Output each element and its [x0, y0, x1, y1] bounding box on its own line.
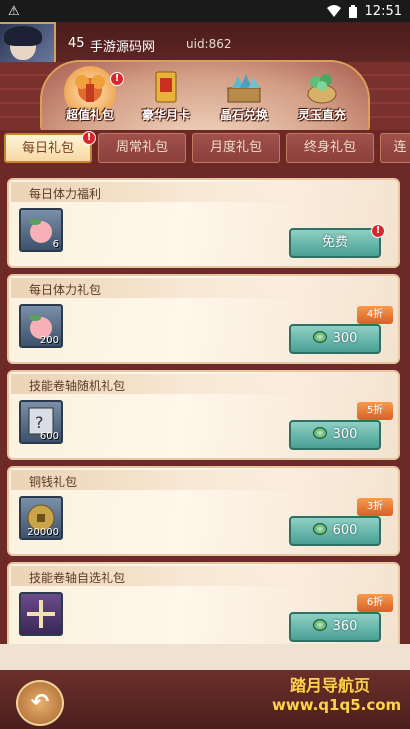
jade-recharge-icon [304, 70, 340, 104]
tab-next[interactable]: 连 [380, 133, 410, 163]
peach-icon[interactable]: 6 [19, 208, 63, 252]
pack-title: 技能卷轴随机礼包 [29, 379, 126, 393]
item-quantity: 200 [39, 335, 59, 346]
discount-badge: 6折 [357, 594, 393, 612]
pack-title: 铜钱礼包 [29, 475, 78, 489]
pack-title: 技能卷轴自选礼包 [29, 571, 126, 585]
pack-title: 每日体力礼包 [29, 283, 102, 297]
watermark-url: www.q1q5.com [272, 696, 402, 714]
player-uid: uid:862 [186, 37, 232, 51]
pack-title: 每日体力福利 [29, 187, 102, 201]
peach-icon[interactable]: 200 [19, 304, 63, 348]
claim-free-button[interactable]: 免费 [289, 228, 381, 258]
player-name: 手游源码网 [90, 40, 156, 55]
battery-icon [348, 4, 357, 18]
pack-card: 铜钱礼包 20000 3折 600 [7, 466, 400, 556]
coin-icon[interactable]: 20000 [19, 496, 63, 540]
pack-card: 技能卷轴自选礼包 6折 360 [7, 562, 400, 644]
buy-button[interactable]: 360 [289, 612, 381, 642]
buy-button[interactable]: 300 [289, 420, 381, 450]
pack-card: 每日体力福利 6 免费 ! [7, 178, 400, 268]
pack-list[interactable]: 每日体力福利 6 免费 ! 每日体力礼包 200 4折 300 技能卷轴随机礼包… [0, 166, 410, 644]
discount-badge: 4折 [357, 306, 393, 324]
back-button[interactable]: ↶ [16, 680, 64, 726]
warning-icon: ⚠ [8, 3, 20, 19]
item-quantity: 600 [39, 431, 59, 442]
discount-badge: 5折 [357, 402, 393, 420]
nav-super-value-pack[interactable]: ! 超值礼包 [52, 66, 128, 130]
back-arrow-icon: ↶ [30, 690, 50, 715]
wifi-icon [326, 5, 341, 17]
pack-card: 每日体力礼包 200 4折 300 [7, 274, 400, 364]
tab-daily[interactable]: 每日礼包 [4, 133, 92, 163]
notification-badge: ! [371, 224, 385, 238]
nav-crystal-exchange[interactable]: 晶石兑换 [206, 66, 282, 130]
jade-icon [312, 331, 327, 343]
watermark-title: 踏月导航页 [290, 676, 371, 695]
nav-monthly-card[interactable]: 豪华月卡 [128, 66, 204, 130]
svg-text:?: ? [35, 413, 44, 432]
pack-card: 技能卷轴随机礼包 ? 600 5折 300 [7, 370, 400, 460]
clock: 12:51 [364, 3, 402, 19]
gift-bag-icon [64, 66, 116, 118]
tab-weekly[interactable]: 周常礼包 [98, 133, 186, 163]
notification-badge: ! [110, 72, 124, 86]
player-level: 45 [68, 36, 85, 51]
tab-monthly[interactable]: 月度礼包 [192, 133, 280, 163]
avatar[interactable] [0, 22, 56, 66]
notification-badge: ! [82, 131, 96, 145]
plus-icon[interactable] [19, 592, 63, 636]
scroll-icon[interactable]: ? 600 [19, 400, 63, 444]
crystal-exchange-icon [226, 70, 262, 104]
jade-icon [312, 619, 327, 631]
item-quantity: 20000 [27, 527, 59, 538]
month-card-icon [148, 70, 184, 104]
item-quantity: 6 [52, 239, 59, 250]
status-bar: ⚠ 12:51 [0, 0, 410, 22]
jade-icon [312, 523, 327, 535]
discount-badge: 3折 [357, 498, 393, 516]
jade-icon [312, 427, 327, 439]
buy-button[interactable]: 600 [289, 516, 381, 546]
tab-lifetime[interactable]: 终身礼包 [286, 133, 374, 163]
nav-jade-recharge[interactable]: 灵玉直充 [284, 66, 360, 130]
buy-button[interactable]: 300 [289, 324, 381, 354]
